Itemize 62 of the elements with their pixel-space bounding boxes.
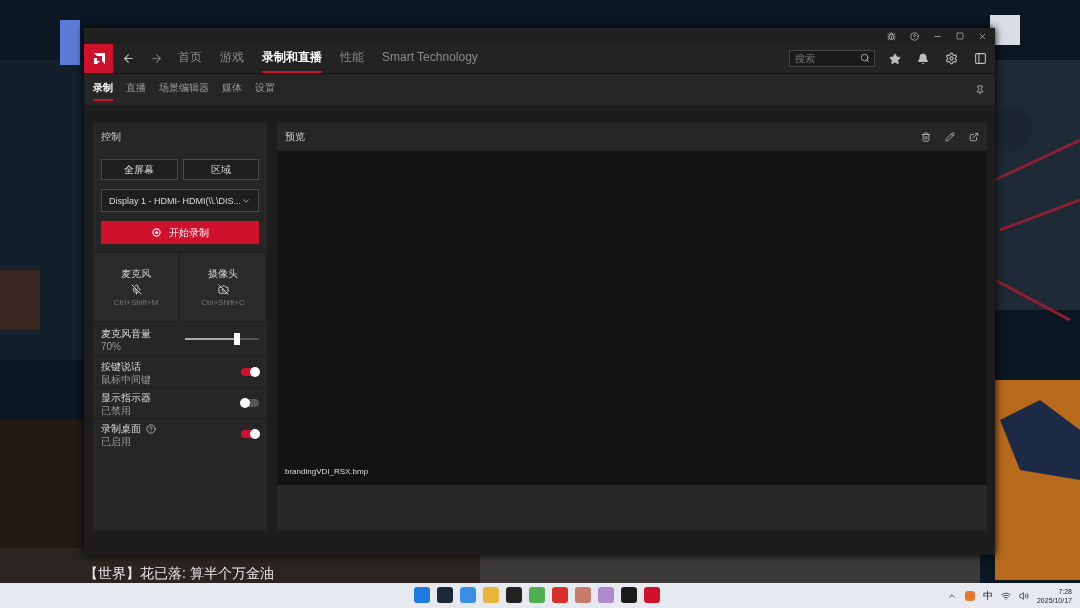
external-link-icon[interactable] (969, 132, 979, 142)
search-icon[interactable] (860, 53, 870, 63)
setting-label: 显示指示器 (101, 390, 151, 405)
chat-message: 【世界】花已落: 算半个万金油 (84, 564, 274, 583)
mode-button[interactable]: 区域 (182, 159, 259, 180)
app-icon[interactable] (506, 587, 522, 603)
record-icon (151, 228, 161, 237)
setting-label: 麦克风音量 (101, 326, 151, 341)
maximize-icon[interactable] (956, 32, 964, 40)
setting-label: 录制桌面 (101, 421, 141, 436)
panel-title: 控制 (101, 130, 121, 144)
star-icon[interactable] (889, 52, 901, 65)
nav-tab[interactable]: Smart Technology (382, 46, 478, 71)
wifi-icon[interactable] (1000, 590, 1011, 601)
muted-microphone-icon (130, 284, 142, 295)
display-select[interactable]: Display 1 - HDMI- HDMI(\\.\DIS... (101, 189, 259, 212)
setting-status: 已禁用 (101, 404, 132, 416)
setting-status: 已启用 (101, 435, 132, 447)
sub-tab[interactable]: 直播 (126, 78, 146, 101)
trash-icon[interactable] (921, 132, 931, 142)
device-tile[interactable]: 麦克风 Ctrl+Shift+M (93, 253, 180, 321)
app-icon[interactable] (437, 587, 453, 603)
volume-icon[interactable] (1018, 590, 1029, 601)
bug-icon[interactable] (887, 31, 896, 41)
start-icon[interactable] (414, 587, 430, 603)
file-name: brandingVDI_RSX.bmp (285, 467, 369, 476)
setting-status: 鼠标中间键 (101, 373, 151, 385)
nav-tab[interactable]: 游戏 (220, 44, 244, 73)
sub-tab[interactable]: 媒体 (222, 78, 242, 101)
sub-tab[interactable]: 录制 (93, 78, 113, 101)
toggle-switch[interactable] (241, 399, 259, 407)
settings-icon[interactable] (945, 52, 958, 65)
pencil-icon[interactable] (945, 132, 955, 142)
toggle-switch[interactable] (241, 368, 259, 376)
device-tile[interactable]: 摄像头 Ctrl+Shift+C (180, 253, 267, 321)
bell-icon[interactable] (917, 52, 929, 65)
pin-icon[interactable] (975, 84, 985, 95)
device-label: 摄像头 (208, 267, 238, 281)
shortcut-text: Ctrl+Shift+C (201, 298, 245, 307)
setting-status: 70% (101, 340, 122, 352)
sub-tab[interactable]: 设置 (255, 78, 275, 101)
start-recording-button[interactable]: 开始录制 (101, 221, 259, 244)
setting-label: 按键说话 (101, 359, 141, 374)
app-icon[interactable] (621, 587, 637, 603)
toggle-switch[interactable] (241, 430, 259, 438)
panel-title: 预览 (285, 130, 305, 144)
nav-tab[interactable]: 首页 (178, 44, 202, 73)
device-label: 麦克风 (121, 267, 151, 281)
mode-button[interactable]: 全屏幕 (101, 159, 178, 180)
disabled-camera-icon (217, 284, 229, 295)
forward-icon[interactable] (150, 52, 163, 65)
sub-tab[interactable]: 场景编辑器 (159, 78, 209, 101)
input-method-indicator[interactable]: 中 (982, 588, 993, 603)
nav-tab[interactable]: 性能 (340, 44, 364, 73)
close-icon[interactable] (978, 31, 987, 41)
panel-icon[interactable] (974, 52, 987, 65)
help-icon[interactable] (910, 31, 919, 41)
logo[interactable] (84, 44, 113, 73)
search-field[interactable]: 搜索 (789, 50, 875, 67)
back-icon[interactable] (122, 52, 135, 65)
help-icon[interactable] (146, 423, 156, 434)
shortcut-text: Ctrl+Shift+M (113, 298, 159, 307)
